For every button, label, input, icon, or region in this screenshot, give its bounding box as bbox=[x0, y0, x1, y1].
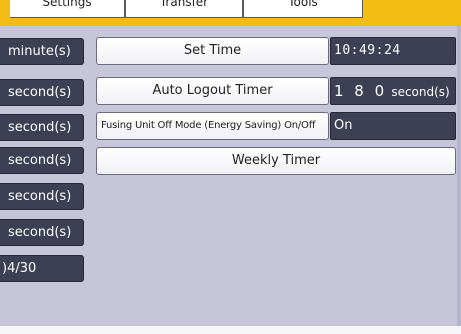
left-item-seconds-1[interactable]: second(s) bbox=[0, 79, 84, 106]
tab-transfer[interactable]: Transfer bbox=[125, 0, 243, 18]
auto-logout-timer-button[interactable]: Auto Logout Timer bbox=[96, 77, 329, 105]
auto-logout-number: 1 8 0 bbox=[334, 82, 388, 100]
set-time-button[interactable]: Set Time bbox=[96, 37, 329, 65]
left-item-date[interactable]: )4/30 bbox=[0, 255, 84, 282]
left-item-seconds-2[interactable]: second(s) bbox=[0, 114, 84, 141]
tab-settings[interactable]: Settings bbox=[10, 0, 125, 18]
fusing-unit-off-mode-button[interactable]: Fusing Unit Off Mode (Energy Saving) On/… bbox=[96, 112, 329, 140]
tab-bar: Settings Transfer Tools bbox=[0, 0, 461, 22]
bottom-strip bbox=[0, 326, 461, 334]
left-item-seconds-4[interactable]: second(s) bbox=[0, 183, 84, 210]
fusing-unit-off-mode-value: On bbox=[330, 112, 456, 140]
auto-logout-unit: second(s) bbox=[391, 85, 450, 99]
set-time-value: 10:49:24 bbox=[330, 37, 456, 65]
left-item-seconds-3[interactable]: second(s) bbox=[0, 147, 84, 174]
settings-panel: Settings Transfer Tools minute(s) second… bbox=[0, 0, 461, 334]
left-item-seconds-5[interactable]: second(s) bbox=[0, 219, 84, 246]
weekly-timer-button[interactable]: Weekly Timer bbox=[96, 147, 456, 175]
auto-logout-timer-value: 1 8 0 second(s) bbox=[330, 77, 456, 105]
left-item-minutes[interactable]: minute(s) bbox=[0, 38, 84, 65]
tab-tools[interactable]: Tools bbox=[243, 0, 363, 18]
